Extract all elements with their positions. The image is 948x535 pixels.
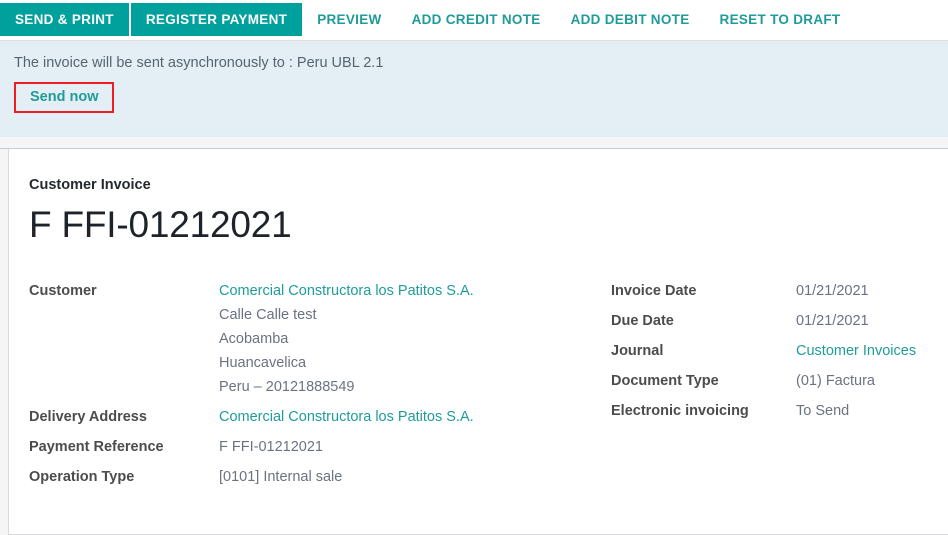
field-label: Operation Type xyxy=(29,468,135,485)
field-document-type: Document Type (01) Factura xyxy=(611,369,948,393)
invoice-fields: Customer Comercial Constructora los Pati… xyxy=(29,279,948,495)
journal-link[interactable]: Customer Invoices xyxy=(796,339,916,363)
invoice-date-value[interactable]: 01/21/2021 xyxy=(796,279,869,303)
send-now-highlight-box: Send now xyxy=(14,82,115,113)
customer-name-link[interactable]: Comercial Constructora los Patitos S.A. xyxy=(219,279,474,303)
field-journal: Journal Customer Invoices xyxy=(611,339,948,363)
field-customer: Customer Comercial Constructora los Pati… xyxy=(29,279,611,399)
register-payment-button[interactable]: REGISTER PAYMENT xyxy=(130,3,303,36)
field-label: Customer xyxy=(29,282,97,299)
field-label: Delivery Address xyxy=(29,408,147,425)
field-payment-reference: Payment Reference F FFI-01212021 xyxy=(29,435,611,459)
preview-button[interactable]: PREVIEW xyxy=(302,3,396,36)
electronic-invoicing-status: To Send xyxy=(796,402,850,419)
field-label: Due Date xyxy=(611,312,674,329)
field-label: Document Type xyxy=(611,372,719,389)
field-label: Payment Reference xyxy=(29,438,164,455)
async-send-alert: The invoice will be sent asynchronously … xyxy=(0,41,948,137)
customer-city: Acobamba xyxy=(219,330,289,347)
operation-type-value[interactable]: [0101] Internal sale xyxy=(219,465,342,489)
due-date-value[interactable]: 01/21/2021 xyxy=(796,309,869,333)
field-delivery-address: Delivery Address Comercial Constructora … xyxy=(29,405,611,429)
field-due-date: Due Date 01/21/2021 xyxy=(611,309,948,333)
field-label: Electronic invoicing xyxy=(611,402,749,419)
sheet-container: Customer Invoice F FFI-01212021 Customer… xyxy=(0,149,948,535)
field-electronic-invoicing: Electronic invoicing To Send xyxy=(611,399,948,423)
document-type-value[interactable]: (01) Factura xyxy=(796,369,875,393)
add-credit-note-button[interactable]: ADD CREDIT NOTE xyxy=(397,3,556,36)
delivery-address-link[interactable]: Comercial Constructora los Patitos S.A. xyxy=(219,405,474,429)
action-toolbar: SEND & PRINT REGISTER PAYMENT PREVIEW AD… xyxy=(0,0,948,41)
invoice-fields-right: Invoice Date 01/21/2021 Due Date 01/21/2… xyxy=(611,279,948,429)
reset-to-draft-button[interactable]: RESET TO DRAFT xyxy=(705,3,856,36)
invoice-sheet: Customer Invoice F FFI-01212021 Customer… xyxy=(8,149,948,535)
invoice-fields-left: Customer Comercial Constructora los Pati… xyxy=(29,279,611,495)
field-label: Invoice Date xyxy=(611,282,697,299)
customer-country-vat: Peru – 20121888549 xyxy=(219,378,355,395)
add-debit-note-button[interactable]: ADD DEBIT NOTE xyxy=(556,3,705,36)
send-now-link[interactable]: Send now xyxy=(30,89,98,105)
field-invoice-date: Invoice Date 01/21/2021 xyxy=(611,279,948,303)
customer-address-block: Comercial Constructora los Patitos S.A. … xyxy=(219,279,474,399)
field-label: Journal xyxy=(611,342,664,359)
invoice-number-title: F FFI-01212021 xyxy=(29,204,292,245)
page-background-strip xyxy=(0,137,948,149)
send-and-print-button[interactable]: SEND & PRINT xyxy=(0,3,129,36)
alert-message: The invoice will be sent asynchronously … xyxy=(14,55,384,71)
invoice-type-label: Customer Invoice xyxy=(29,177,151,193)
customer-state: Huancavelica xyxy=(219,354,307,371)
customer-street: Calle Calle test xyxy=(219,306,317,323)
payment-reference-value[interactable]: F FFI-01212021 xyxy=(219,435,323,459)
field-operation-type: Operation Type [0101] Internal sale xyxy=(29,465,611,489)
